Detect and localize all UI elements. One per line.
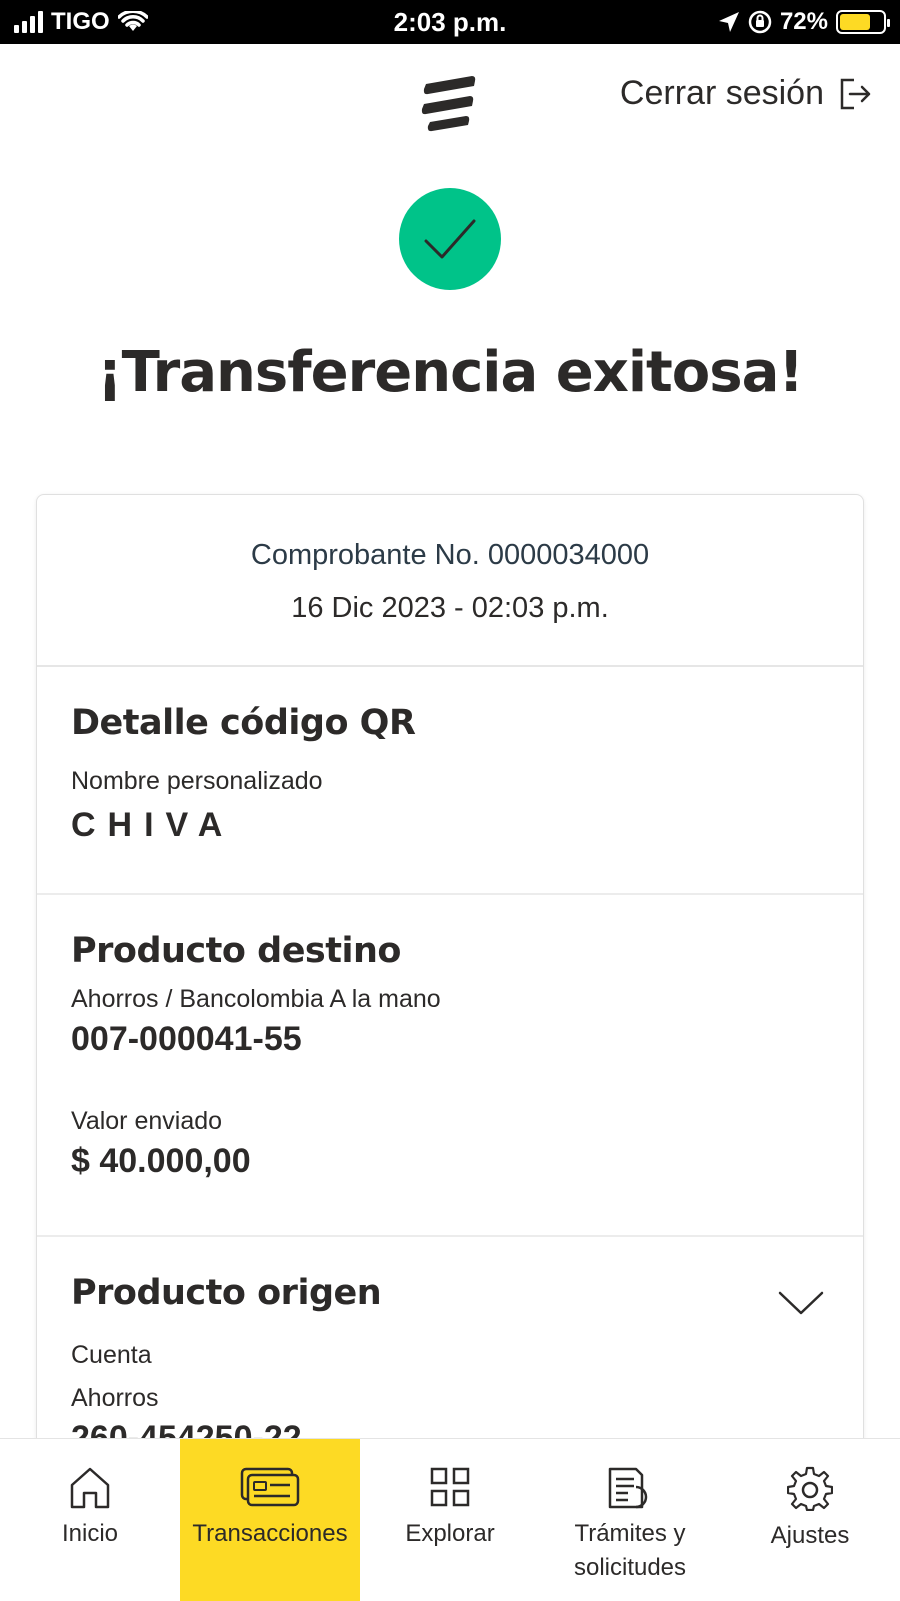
receipt-date: 16 Dic 2023 - 02:03 p.m. — [291, 592, 609, 624]
destination-account: 007-000041-55 — [71, 1020, 302, 1058]
origin-title: Producto origen — [71, 1273, 382, 1313]
qr-detail-section: Detalle código QR Nombre personalizado C… — [37, 667, 863, 895]
grid-icon — [430, 1467, 470, 1507]
status-bar: TIGO 2:03 p.m. 72% — [0, 0, 900, 44]
orientation-lock-icon — [748, 10, 772, 34]
nav-item-ajustes[interactable]: Ajustes — [720, 1439, 900, 1601]
custom-name-label: Nombre personalizado — [71, 767, 323, 795]
battery-icon — [836, 10, 890, 34]
receipt-number: Comprobante No. 0000034000 — [250, 539, 650, 571]
destination-title: Producto destino — [71, 931, 401, 971]
custom-name-value: CHIVA — [71, 806, 235, 844]
home-icon — [70, 1467, 110, 1509]
chevron-down-icon[interactable] — [777, 1289, 825, 1317]
nav-label: Ajustes — [770, 1522, 850, 1549]
origin-section[interactable]: Producto origen Cuenta Ahorros 260-45425… — [37, 1237, 863, 1458]
origin-account-label: Cuenta — [71, 1341, 152, 1369]
logout-button[interactable]: Cerrar sesión — [620, 74, 872, 113]
logout-icon — [840, 78, 871, 109]
gear-icon — [787, 1466, 833, 1511]
qr-detail-title: Detalle código QR — [71, 703, 416, 743]
nav-label: Trámites y solicitudes — [573, 1520, 687, 1581]
battery-percent: 72% — [779, 8, 828, 35]
document-icon — [608, 1467, 648, 1509]
header: Cerrar sesión — [0, 44, 900, 154]
page-title: ¡Transferencia exitosa! — [97, 340, 804, 405]
receipt-header: Comprobante No. 0000034000 16 Dic 2023 -… — [37, 495, 863, 667]
bank-logo — [421, 76, 476, 132]
wifi-icon — [117, 11, 148, 31]
nav-item-explorar[interactable]: Explorar — [360, 1439, 540, 1601]
cellular-signal-icon — [14, 11, 43, 33]
carrier-name: TIGO — [51, 8, 110, 35]
amount-value: $ 40.000,00 — [71, 1142, 251, 1180]
receipt-card: Comprobante No. 0000034000 16 Dic 2023 -… — [36, 494, 864, 1494]
logout-label: Cerrar sesión — [619, 74, 824, 112]
bottom-navigation: Inicio Transacciones Explorar Trámites y… — [0, 1438, 900, 1601]
destination-product-type: Ahorros / Bancolombia A la mano — [71, 985, 441, 1013]
origin-account-type: Ahorros — [71, 1384, 159, 1412]
nav-item-tramites[interactable]: Trámites y solicitudes — [540, 1439, 720, 1601]
location-arrow-icon — [718, 12, 739, 32]
nav-item-inicio[interactable]: Inicio — [0, 1439, 180, 1601]
transactions-icon — [240, 1467, 300, 1507]
amount-label: Valor enviado — [71, 1107, 223, 1135]
success-check-icon — [399, 188, 501, 290]
nav-label: Explorar — [405, 1520, 495, 1547]
nav-item-transacciones[interactable]: Transacciones — [180, 1439, 360, 1601]
nav-label: Transacciones — [192, 1520, 348, 1547]
nav-label: Inicio — [61, 1520, 119, 1547]
destination-section: Producto destino Ahorros / Bancolombia A… — [37, 895, 863, 1237]
